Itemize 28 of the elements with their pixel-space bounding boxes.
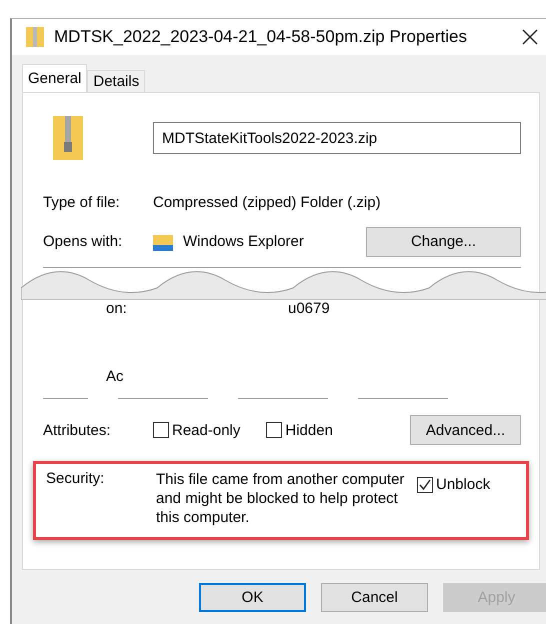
- tab[interactable]: Details: [87, 70, 146, 92]
- checkbox[interactable]: [153, 422, 169, 438]
- window-title: MDTSK_2022_2023-04-21_04-58-50pm.zip Properties: [54, 27, 468, 47]
- checkbox-label: Unblock: [436, 476, 490, 493]
- field-value: Windows Explorer: [183, 233, 304, 250]
- checkbox-label: Hidden: [285, 422, 333, 438]
- text-fragment: u0679: [288, 300, 330, 317]
- folder-icon: [153, 232, 173, 250]
- security-message: This file came from another computer and might be blocked to help protect this computer.: [156, 470, 406, 527]
- dialog-button[interactable]: Cancel: [321, 583, 428, 612]
- change-button[interactable]: Change...: [366, 226, 521, 256]
- close-icon[interactable]: [522, 29, 538, 45]
- advanced-button[interactable]: Advanced...: [410, 415, 521, 445]
- field-label: Attributes:: [43, 422, 112, 438]
- field-label: Type of file:: [43, 194, 121, 211]
- zip-folder-icon: [53, 116, 83, 160]
- dialog-button[interactable]: OK: [199, 583, 306, 612]
- checkbox-label: Read-only: [172, 422, 240, 438]
- checkbox[interactable]: [417, 476, 433, 492]
- field-label: Opens with:: [43, 233, 124, 250]
- field-value: Compressed (zipped) Folder (.zip): [153, 194, 381, 211]
- text-fragment: on:: [106, 300, 127, 317]
- text-fragment: Ac: [106, 368, 124, 385]
- zip-folder-icon: [26, 26, 44, 48]
- tab[interactable]: General: [22, 64, 88, 92]
- field-label: Security:: [46, 470, 106, 487]
- filename-field[interactable]: MDTStateKitTools2022-2023.zip: [153, 122, 521, 154]
- checkbox[interactable]: [266, 422, 282, 438]
